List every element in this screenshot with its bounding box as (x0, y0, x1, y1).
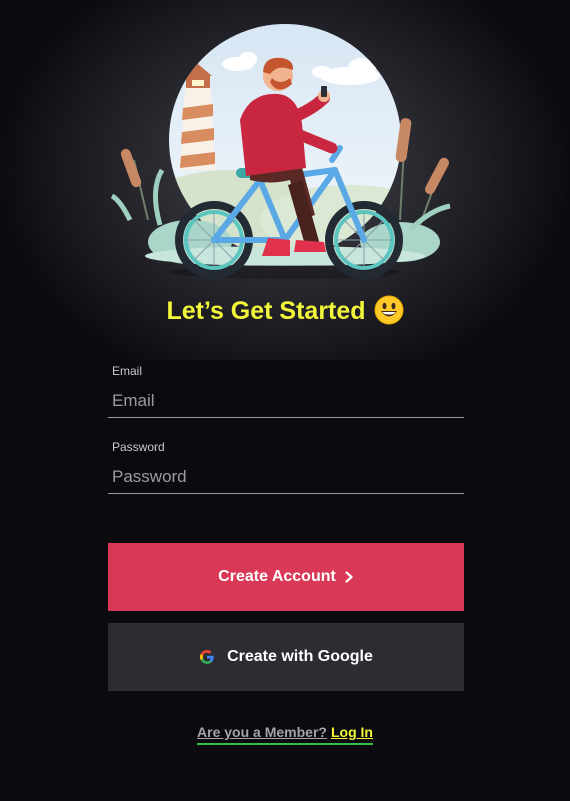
create-account-button[interactable]: Create Account (108, 543, 464, 611)
google-g-icon (200, 650, 214, 664)
email-input[interactable] (108, 384, 464, 418)
member-prompt: Are you a Member? Log In (0, 722, 570, 745)
create-with-google-button[interactable]: Create with Google (108, 623, 464, 691)
login-link[interactable]: Log In (331, 724, 373, 740)
password-label: Password (112, 440, 165, 454)
chevron-right-icon (345, 571, 353, 583)
email-label: Email (112, 364, 143, 378)
create-with-google-label: Create with Google (227, 648, 373, 665)
password-field-group: Password (108, 440, 464, 494)
grinning-face-icon (374, 295, 404, 325)
page-title-text: Let’s Get Started (166, 297, 366, 325)
password-input[interactable] (108, 460, 464, 494)
email-field-group: Email (108, 364, 464, 418)
member-prompt-wrap: Are you a Member? Log In (197, 722, 373, 745)
page-title: Let’s Get Started (0, 294, 570, 328)
signup-page: Let’s Get Started Email Password Create … (0, 0, 570, 801)
member-question: Are you a Member? (197, 724, 327, 740)
cyclist-illustration (110, 24, 451, 279)
create-account-label: Create Account (218, 568, 336, 585)
